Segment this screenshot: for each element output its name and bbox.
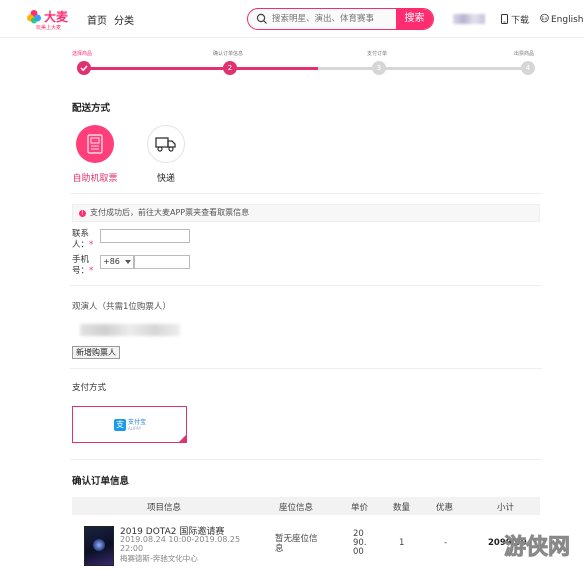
notice-text: 支付成功后，前往大麦APP票夹查看取票信息 xyxy=(90,208,250,217)
col-price: 单价 xyxy=(351,503,369,513)
discount: - xyxy=(444,538,448,548)
search-button[interactable]: 搜索 xyxy=(396,9,433,29)
phone-label: 手机号：* xyxy=(72,255,94,276)
step-label-pay: 支付订单 xyxy=(367,51,388,57)
event-date: 2019.08.24 10:00-2019.08.25 22:00 xyxy=(120,535,241,553)
delivery-title: 配送方式 xyxy=(72,103,111,114)
col-discount: 优惠 xyxy=(436,503,454,513)
user-avatar-blurred[interactable] xyxy=(453,14,485,24)
col-qty: 数量 xyxy=(393,503,411,513)
contact-name-field[interactable] xyxy=(100,229,190,243)
language-label: English xyxy=(551,15,584,25)
logo-flower-icon xyxy=(27,10,41,24)
quantity: 1 xyxy=(399,538,405,548)
search-icon xyxy=(256,13,267,24)
order-title: 确认订单信息 xyxy=(72,476,130,487)
col-seat: 座位信息 xyxy=(279,503,314,513)
step-label-select: 选择商品 xyxy=(72,51,93,57)
step-dot-4: 4 xyxy=(521,61,535,75)
alipay-sub: ALIPAY xyxy=(128,426,142,431)
add-buyer-button[interactable]: 新增购票人 xyxy=(72,346,120,359)
event-poster xyxy=(84,526,114,566)
step-dot-3: 3 xyxy=(372,61,386,75)
col-subtotal: 小计 xyxy=(497,503,515,513)
phone-icon xyxy=(501,14,508,24)
svg-text:游侠网: 游侠网 xyxy=(504,534,570,560)
check-icon xyxy=(80,65,88,72)
logo-slogan: 玩美上大麦 xyxy=(36,25,62,31)
language-icon: En xyxy=(540,13,549,23)
delivery-option-kiosk[interactable]: 自助机取票 xyxy=(65,125,125,195)
step-dot-1 xyxy=(77,61,91,75)
divider xyxy=(70,459,542,460)
info-icon: ! xyxy=(79,210,86,217)
logo-name: 大麦 xyxy=(44,10,69,24)
ticket-machine-icon xyxy=(87,134,103,154)
step-label-ticket: 出票商品 xyxy=(514,51,535,57)
divider xyxy=(70,368,542,369)
chevron-down-icon xyxy=(125,260,131,264)
top-header: 大麦 玩美上大麦 首页 分类 搜索 下载 En English xyxy=(0,0,584,38)
step-label-confirm: 确认订单信息 xyxy=(213,51,244,57)
nav-category[interactable]: 分类 xyxy=(114,12,134,27)
order-progress-steps: 选择商品 确认订单信息 支付订单 出票商品 2 3 4 xyxy=(70,50,542,80)
order-table-header: 项目信息 座位信息 单价 数量 优惠 小计 xyxy=(72,497,540,515)
contact-name-label: 联系人：* xyxy=(72,229,94,250)
selected-corner-mark xyxy=(179,435,186,442)
step-dot-2: 2 xyxy=(223,61,237,75)
site-watermark: 游侠网 xyxy=(500,522,582,566)
watermark-logo: 游侠网 xyxy=(504,534,571,561)
divider xyxy=(70,193,542,194)
col-item: 项目信息 xyxy=(147,503,182,513)
kiosk-circle xyxy=(76,125,114,163)
progress-line-done xyxy=(78,67,318,70)
download-link[interactable]: 下载 xyxy=(500,13,529,26)
progress-line-remaining xyxy=(318,67,528,70)
unit-price: 2090.00 xyxy=(353,529,367,557)
event-organizer: 梅赛德斯-奔驰文化中心 xyxy=(120,554,198,563)
download-label: 下载 xyxy=(511,16,530,26)
truck-icon xyxy=(155,137,176,152)
kiosk-label: 自助机取票 xyxy=(72,174,118,184)
order-confirm-page: 大麦 玩美上大麦 首页 分类 搜索 下载 En English xyxy=(0,0,584,569)
express-circle xyxy=(147,125,185,163)
nav-home[interactable]: 首页 xyxy=(87,12,107,27)
alipay-icon: 支 xyxy=(114,419,126,431)
delivery-option-express[interactable]: 快递 xyxy=(136,125,196,195)
express-label: 快递 xyxy=(156,174,175,184)
phone-number-field[interactable] xyxy=(134,255,190,269)
payment-option-alipay[interactable]: 支 支付宝 ALIPAY xyxy=(72,406,187,443)
seat-info: 暂无座位信息 xyxy=(275,534,318,554)
alipay-name: 支付宝 xyxy=(128,419,147,426)
payment-title: 支付方式 xyxy=(72,383,107,393)
ticket-notice: ! 支付成功后，前往大麦APP票夹查看取票信息 xyxy=(72,204,540,222)
language-switch[interactable]: En English xyxy=(540,13,584,25)
search-input[interactable] xyxy=(272,9,392,29)
search-bar: 搜索 xyxy=(247,8,434,30)
damai-logo[interactable]: 大麦 玩美上大麦 xyxy=(26,8,84,34)
audience-entry-blurred[interactable] xyxy=(80,324,180,336)
svg-text:En: En xyxy=(542,16,548,22)
audience-title: 观演人（共需1位购票人） xyxy=(72,302,171,312)
divider xyxy=(70,285,542,286)
